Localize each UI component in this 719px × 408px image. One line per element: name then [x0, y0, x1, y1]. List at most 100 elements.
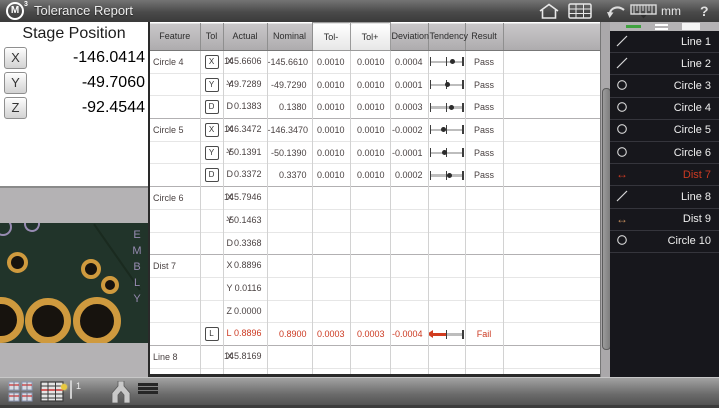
table-row[interactable]: LL0.88960.89000.00030.0003-0.0004Fail [150, 323, 600, 346]
tendency-cell [428, 323, 465, 346]
table-row[interactable]: Circle 5XX-146.3472-146.34700.00100.0010… [150, 119, 600, 142]
tendency-cell [428, 368, 465, 377]
nominal-cell [267, 345, 312, 368]
feature-item-circle-6[interactable]: Circle 6 [610, 142, 719, 164]
deviation-cell [390, 277, 428, 300]
tol-toggle-d[interactable]: D [205, 100, 219, 114]
col-header-deviation: Deviation [390, 23, 428, 51]
stage-position-panel: Stage Position X -146.0414 Y -49.7060 Z … [0, 22, 148, 188]
undo-icon[interactable] [606, 2, 628, 20]
feature-item-label: Circle 4 [634, 102, 719, 114]
report-view-icon[interactable] [568, 2, 592, 20]
page-title: Tolerance Report [34, 3, 133, 18]
pcb-pad [7, 252, 28, 273]
feature-item-circle-3[interactable]: Circle 3 [610, 75, 719, 97]
app-logo-superscript: 3 [24, 1, 28, 8]
table-row[interactable]: Y0.0116 [150, 277, 600, 300]
unit-button[interactable]: mm [661, 2, 681, 20]
tendency-cell [428, 300, 465, 323]
feature-item-line-1[interactable]: Line 1 [610, 31, 719, 53]
feature-item-dist-7[interactable]: ↔Dist 7 [610, 164, 719, 186]
table-row[interactable]: Y-50.1463 [150, 209, 600, 232]
axis-x-button[interactable]: X [4, 47, 27, 69]
tendency-cell [428, 51, 465, 74]
silkscreen-text: EMBLY [131, 229, 143, 309]
actual-cell: D0.1383 [223, 96, 267, 119]
tol-toggle-y[interactable]: Y [205, 78, 219, 92]
table-row[interactable]: Circle 4XX-145.6606-145.66100.00100.0010… [150, 51, 600, 74]
nominal-cell: 0.8900 [267, 323, 312, 346]
list-icon[interactable] [138, 383, 158, 396]
filler-cell [503, 187, 600, 210]
result-cell: Pass [465, 141, 503, 164]
report-layouts-icon[interactable] [8, 381, 34, 407]
table-row[interactable]: Circle 6X-145.7946 [150, 187, 600, 210]
home-icon[interactable] [538, 2, 560, 20]
axis-y-button[interactable]: Y [4, 72, 27, 94]
tol-cell [200, 232, 223, 255]
col-header-tol[interactable]: Tol- [312, 23, 350, 51]
col-header-tol[interactable]: Tol+ [350, 23, 390, 51]
nominal-cell [267, 255, 312, 278]
tol-toggle-y[interactable]: Y [205, 146, 219, 160]
feature-item-line-8[interactable]: Line 8 [610, 186, 719, 208]
circle-icon [616, 79, 634, 93]
feature-item-circle-4[interactable]: Circle 4 [610, 98, 719, 120]
feature-item-label: Line 8 [634, 191, 719, 203]
help-button[interactable]: ? [700, 2, 709, 20]
table-row[interactable]: Z0.0000 [150, 300, 600, 323]
tol-minus-cell: 0.0010 [312, 119, 350, 142]
actual-cell: Y-49.6694 [223, 368, 267, 377]
dist-icon: ↔ [616, 169, 634, 180]
nominal-cell [267, 209, 312, 232]
tol-minus-cell [312, 187, 350, 210]
nominal-cell: -146.3470 [267, 119, 312, 142]
col-header-filler [503, 23, 600, 51]
tol-toggle-x[interactable]: X [205, 123, 219, 137]
pcb-pad [101, 276, 119, 294]
axis-z-button[interactable]: Z [4, 97, 27, 119]
feature-name [150, 368, 200, 377]
tol-toggle-d[interactable]: D [205, 168, 219, 182]
actual-cell: L0.8896 [223, 323, 267, 346]
ruler-icon[interactable] [630, 2, 657, 20]
tol-toggle-l[interactable]: L [205, 327, 219, 341]
table-row[interactable]: YY-49.7289-49.72900.00100.00100.0001Pass [150, 73, 600, 96]
feature-item-line-2[interactable]: Line 2 [610, 53, 719, 75]
feature-item-circle-10[interactable]: Circle 10 [610, 231, 719, 253]
circle-icon [616, 123, 634, 137]
table-row[interactable]: YY-50.1391-50.13900.00100.0010-0.0001Pas… [150, 141, 600, 164]
tol-cell: L [200, 323, 223, 346]
nominal-cell [267, 187, 312, 210]
tol-toggle-x[interactable]: X [205, 55, 219, 69]
result-cell: Pass [465, 119, 503, 142]
feature-item-label: Circle 3 [634, 80, 719, 92]
status-indicator-box [682, 23, 700, 30]
table-row[interactable]: DD0.33720.33700.00100.00100.0002Pass [150, 164, 600, 187]
tol-minus-cell: 0.0010 [312, 51, 350, 74]
camera-view[interactable]: EMBLY [0, 223, 148, 343]
actual-cell: Y-49.7289 [223, 73, 267, 96]
table-row[interactable]: Dist 7X0.8896 [150, 255, 600, 278]
tendency-cell [428, 277, 465, 300]
deviation-cell [390, 255, 428, 278]
table-header-row: FeatureTolActualNominalTol-Tol+Deviation… [150, 23, 600, 51]
feature-item-dist-9[interactable]: ↔Dist 9 [610, 209, 719, 231]
magnification-1x-icon[interactable]: 1 [70, 381, 72, 399]
tendency-cell [428, 345, 465, 368]
table-row[interactable]: DD0.13830.13800.00100.00100.0003Pass [150, 96, 600, 119]
table-scrollbar-track[interactable] [600, 22, 610, 377]
deviation-cell: -0.0001 [390, 141, 428, 164]
table-row[interactable]: Line 8X-145.8169 [150, 345, 600, 368]
feature-name: Circle 6 [150, 187, 200, 210]
deviation-cell: 0.0002 [390, 164, 428, 187]
filler-cell [503, 277, 600, 300]
feature-item-circle-5[interactable]: Circle 5 [610, 120, 719, 142]
tol-minus-cell [312, 277, 350, 300]
actual-cell: Y-50.1463 [223, 209, 267, 232]
result-cell [465, 345, 503, 368]
table-row[interactable]: Y-49.6694 [150, 368, 600, 377]
table-row[interactable]: D0.3368 [150, 232, 600, 255]
tendency-cell [428, 209, 465, 232]
axis-y-value: -49.7060 [27, 72, 145, 93]
